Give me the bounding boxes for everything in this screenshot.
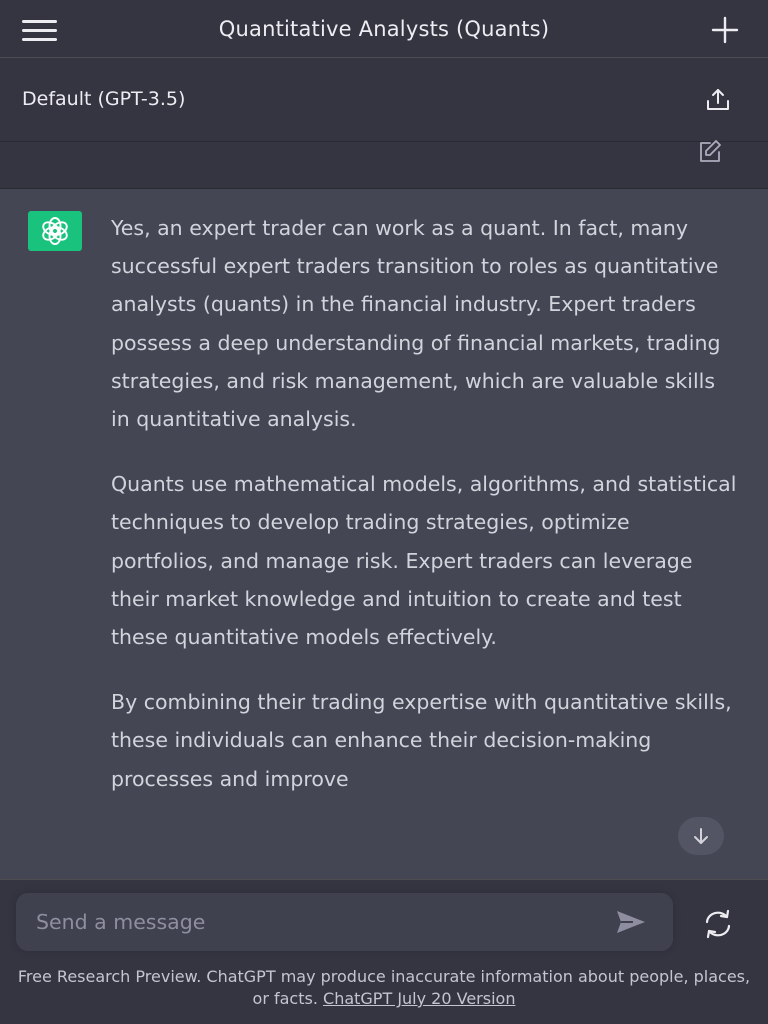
share-icon[interactable] [704,86,732,114]
conversation-title: Quantitative Analysts (Quants) [218,16,550,41]
composer: Free Research Preview. ChatGPT may produ… [0,879,768,1024]
message-paragraph: Yes, an expert trader can work as a quan… [111,216,721,432]
hamburger-menu-icon[interactable] [22,18,58,42]
regenerate-icon[interactable] [701,908,735,940]
assistant-message-text: Yes, an expert trader can work as a quan… [111,209,739,825]
message-input[interactable] [36,893,596,951]
assistant-message: Yes, an expert trader can work as a quan… [0,189,768,879]
edit-strip [0,140,768,189]
plus-icon[interactable] [710,15,740,45]
disclaimer: Free Research Preview. ChatGPT may produ… [0,966,768,1010]
model-label: Default (GPT-3.5) [22,88,186,110]
edit-icon[interactable] [696,138,724,166]
model-bar: Default (GPT-3.5) [0,58,768,142]
message-paragraph: Quants use mathematical models, algorith… [111,472,737,650]
top-bar: Quantitative Analysts (Quants) [0,0,768,58]
message-input-box [16,893,673,951]
send-icon[interactable] [615,908,647,936]
version-link[interactable]: ChatGPT July 20 Version [323,989,515,1008]
message-paragraph: By combining their trading expertise wit… [111,690,732,791]
arrow-down-icon[interactable] [678,817,724,855]
openai-logo-icon [28,211,82,251]
